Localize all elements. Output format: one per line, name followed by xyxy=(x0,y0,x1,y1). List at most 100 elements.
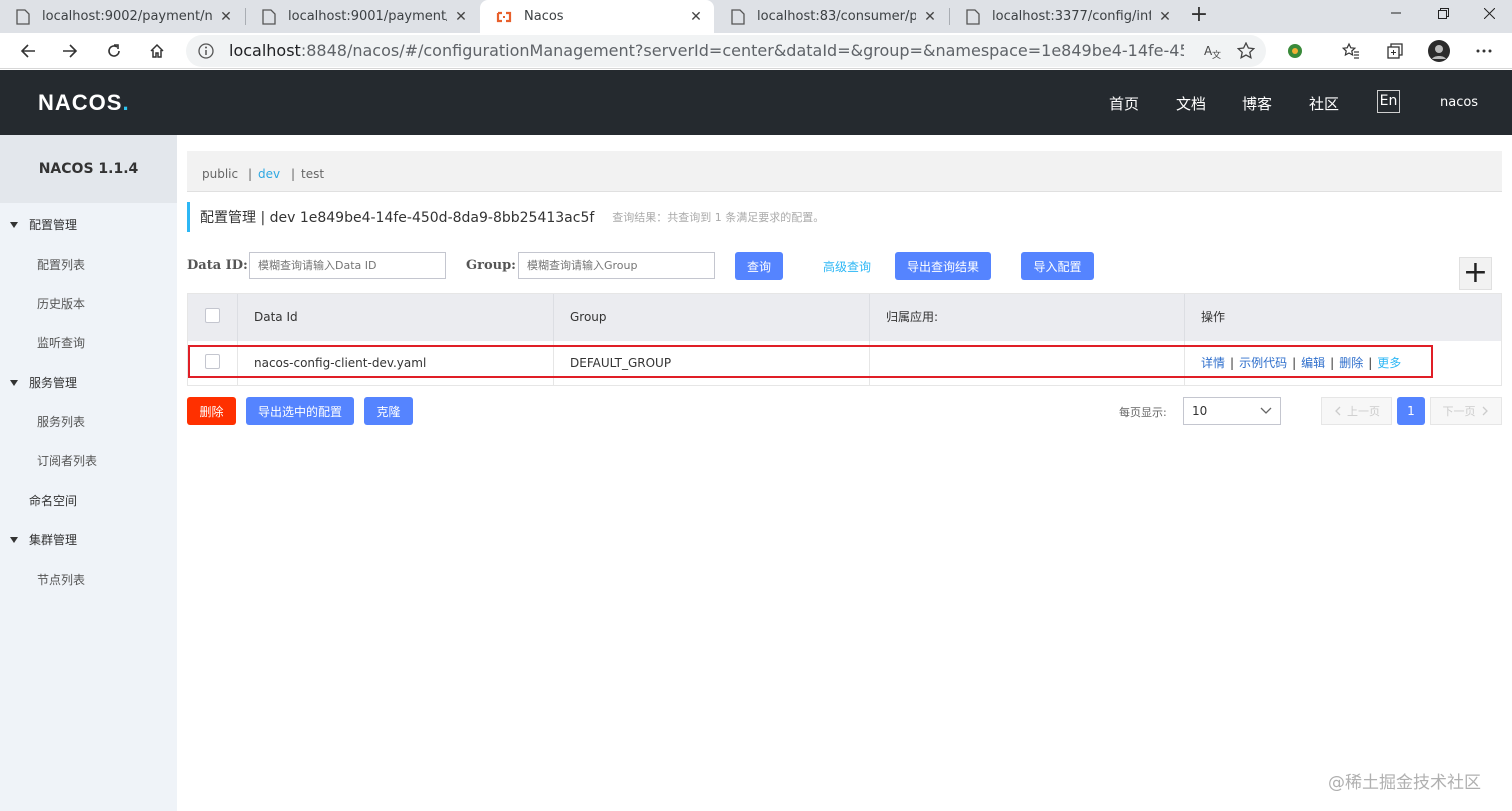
forward-icon[interactable] xyxy=(56,37,84,65)
address-bar[interactable]: localhost:8848/nacos/#/configurationMana… xyxy=(186,35,1266,67)
language-toggle[interactable]: En xyxy=(1377,90,1400,113)
export-result-button[interactable]: 导出查询结果 xyxy=(895,252,991,280)
browser-tab[interactable]: localhost:9002/payment/nacos/1 ✕ xyxy=(0,0,244,33)
group-search-input[interactable] xyxy=(518,252,715,279)
column-group[interactable]: Group xyxy=(554,294,870,341)
page-icon xyxy=(966,8,980,25)
sidebar-item-history[interactable]: 历史版本 xyxy=(37,295,85,312)
select-all-checkbox[interactable] xyxy=(205,308,220,323)
highlight-box xyxy=(188,345,1433,378)
close-tab-icon[interactable]: ✕ xyxy=(218,9,234,25)
page-title-bar: 配置管理 | dev 1e849be4-14fe-450d-8da9-8bb25… xyxy=(187,202,824,232)
column-data-id[interactable]: Data Id xyxy=(238,294,554,341)
nav-home[interactable]: 首页 xyxy=(1109,93,1139,114)
group-label: Group: xyxy=(466,258,516,273)
close-tab-icon[interactable]: ✕ xyxy=(1157,9,1173,25)
logo-text: NACOS xyxy=(38,90,123,115)
sidebar-group-label: 服务管理 xyxy=(29,376,78,390)
sidebar-item-listener[interactable]: 监听查询 xyxy=(37,334,85,351)
browser-tab-active[interactable]: Nacos ✕ xyxy=(480,0,714,33)
page-icon xyxy=(262,8,276,25)
collections-icon[interactable] xyxy=(1381,37,1409,65)
favorites-icon[interactable] xyxy=(1337,37,1365,65)
extension-icon[interactable] xyxy=(1281,37,1309,65)
browser-tab[interactable]: localhost:9001/payment/nacos/1 ✕ xyxy=(246,0,479,33)
page-size-value: 10 xyxy=(1192,404,1208,418)
url-host: localhost xyxy=(229,41,301,60)
info-icon[interactable] xyxy=(198,43,214,63)
svg-text:文: 文 xyxy=(1212,49,1221,60)
page-icon xyxy=(731,8,745,25)
new-tab-button[interactable]: + xyxy=(1186,4,1212,28)
close-tab-icon[interactable]: ✕ xyxy=(688,9,704,25)
page-size-select[interactable]: 10 xyxy=(1183,397,1281,425)
namespace-label: dev xyxy=(258,167,281,181)
advanced-query-link[interactable]: 高级查询 xyxy=(823,258,871,275)
avatar[interactable] xyxy=(1425,37,1453,65)
more-icon[interactable] xyxy=(1470,37,1498,65)
sidebar-item-subscribers[interactable]: 订阅者列表 xyxy=(37,452,97,469)
column-actions: 操作 xyxy=(1201,310,1226,324)
minimize-icon[interactable] xyxy=(1373,0,1419,26)
column-app[interactable]: 归属应用: xyxy=(870,294,1185,341)
sidebar-item-config-list[interactable]: 配置列表 xyxy=(37,256,85,273)
close-tab-icon[interactable]: ✕ xyxy=(922,9,938,25)
clone-button[interactable]: 克隆 xyxy=(364,397,413,425)
query-result-text: 查询结果：共查询到 1 条满足要求的配置。 xyxy=(612,211,825,224)
close-tab-icon[interactable]: ✕ xyxy=(453,9,469,25)
import-config-button[interactable]: 导入配置 xyxy=(1021,252,1094,280)
caret-down-icon xyxy=(10,221,18,228)
namespace-separator: | xyxy=(248,167,253,181)
dataid-label: Data ID: xyxy=(187,258,248,273)
sidebar-group-label: 集群管理 xyxy=(29,533,78,547)
sidebar-item-service-list[interactable]: 服务列表 xyxy=(37,413,85,430)
window-close-icon[interactable] xyxy=(1466,0,1512,26)
delete-button[interactable]: 删除 xyxy=(187,397,236,425)
sidebar-item-nodes[interactable]: 节点列表 xyxy=(37,571,85,588)
sidebar-item-namespace[interactable]: 命名空间 xyxy=(29,492,77,509)
export-selected-button[interactable]: 导出选中的配置 xyxy=(246,397,354,425)
sidebar: NACOS 1.1.4 配置管理 配置列表 历史版本 监听查询 服务管理 服务列… xyxy=(0,135,177,811)
browser-tab-strip: localhost:9002/payment/nacos/1 ✕ localho… xyxy=(0,0,1512,33)
refresh-icon[interactable] xyxy=(100,37,128,65)
url-text[interactable]: localhost:8848/nacos/#/configurationMana… xyxy=(229,41,1184,60)
star-icon[interactable] xyxy=(1236,41,1256,61)
next-page-button[interactable]: 下一页 xyxy=(1430,397,1502,425)
namespace-separator: | xyxy=(291,167,296,181)
nacos-logo[interactable]: NACOS. xyxy=(38,90,130,116)
nav-blog[interactable]: 博客 xyxy=(1242,93,1272,114)
back-icon[interactable] xyxy=(14,37,42,65)
sidebar-group-service[interactable]: 服务管理 xyxy=(10,374,77,391)
tab-title: localhost:9001/payment/nacos/1 xyxy=(288,9,447,24)
namespace-dev[interactable]: | dev xyxy=(248,167,280,181)
page-number-current[interactable]: 1 xyxy=(1397,397,1425,425)
browser-tab[interactable]: localhost:83/consumer/payment ✕ xyxy=(715,0,948,33)
namespace-test[interactable]: | test xyxy=(291,167,324,181)
watermark: @稀土掘金技术社区 xyxy=(1328,773,1481,793)
caret-down-icon xyxy=(10,536,18,543)
nav-docs[interactable]: 文档 xyxy=(1176,93,1206,114)
namespace-public[interactable]: public xyxy=(202,167,238,181)
sidebar-group-config[interactable]: 配置管理 xyxy=(10,216,77,233)
chevron-left-icon xyxy=(1335,406,1341,416)
sidebar-group-cluster[interactable]: 集群管理 xyxy=(10,531,77,548)
home-icon[interactable] xyxy=(143,37,171,65)
namespace-bar: public | dev | test xyxy=(187,151,1502,192)
translate-icon[interactable]: A文 xyxy=(1202,41,1222,61)
maximize-icon[interactable] xyxy=(1420,0,1466,26)
add-config-button[interactable]: + xyxy=(1459,257,1492,290)
namespace-label: test xyxy=(301,167,325,181)
app-header: NACOS. 首页 文档 博客 社区 En nacos xyxy=(0,70,1512,135)
nav-community[interactable]: 社区 xyxy=(1309,93,1339,114)
user-name[interactable]: nacos xyxy=(1440,95,1478,110)
page-size-label: 每页显示: xyxy=(1119,406,1167,419)
table-header: Data Id Group 归属应用: 操作 xyxy=(188,294,1501,341)
dataid-search-input[interactable] xyxy=(249,252,446,279)
browser-tab[interactable]: localhost:3377/config/info ✕ xyxy=(950,0,1183,33)
url-path: :8848/nacos/#/configurationManagement?se… xyxy=(300,41,1184,60)
query-button[interactable]: 查询 xyxy=(735,252,783,280)
page-icon xyxy=(16,8,30,25)
prev-page-button[interactable]: 上一页 xyxy=(1321,397,1392,425)
tab-title: localhost:3377/config/info xyxy=(992,9,1151,24)
caret-down-icon xyxy=(10,379,18,386)
